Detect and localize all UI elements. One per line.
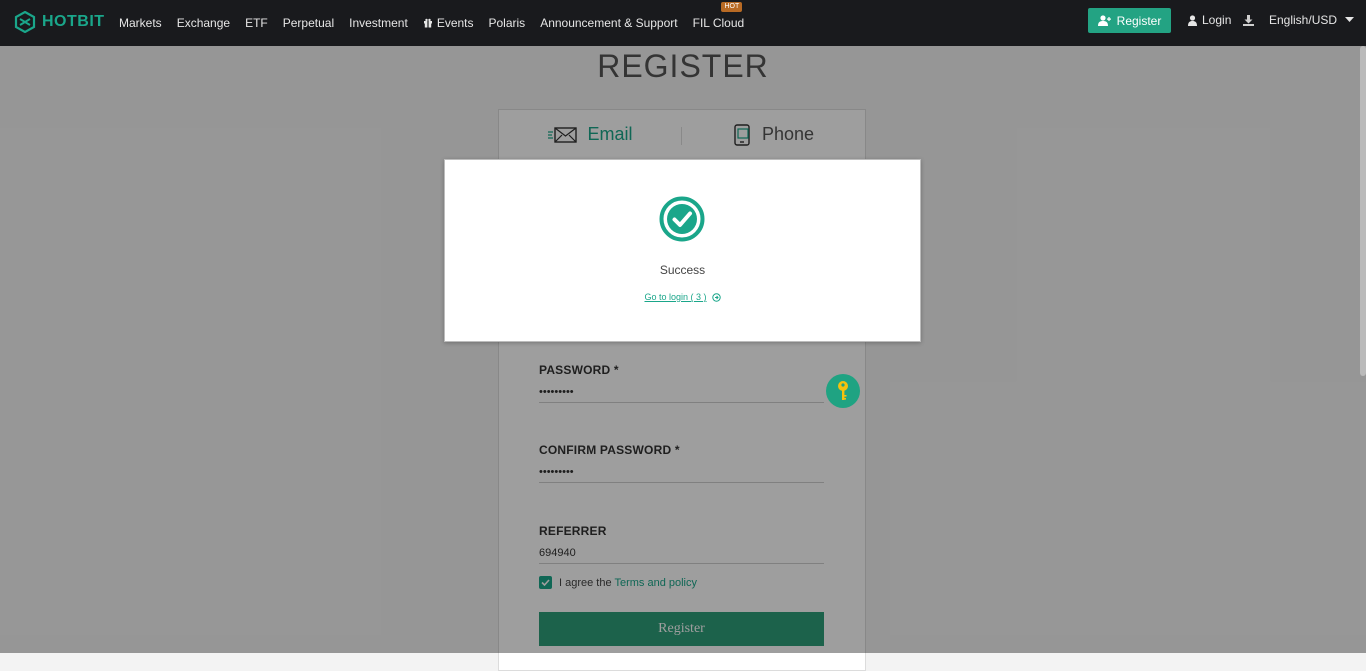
- top-navigation: HOTBIT Markets Exchange ETF Perpetual In…: [0, 0, 1366, 46]
- caret-down-icon: [1345, 17, 1355, 22]
- nav-register-button[interactable]: Register: [1088, 8, 1171, 33]
- hotbit-logo[interactable]: HOTBIT: [14, 11, 105, 33]
- hot-badge: HOT: [721, 2, 743, 12]
- nav-item-etf[interactable]: ETF: [245, 16, 268, 30]
- success-dialog: Success Go to login ( 3 ): [444, 159, 921, 342]
- brand-name: HOTBIT: [42, 13, 105, 30]
- nav-item-markets[interactable]: Markets: [119, 16, 162, 30]
- nav-login-label: Login: [1202, 13, 1232, 27]
- goto-login-link[interactable]: Go to login ( 3 ): [644, 292, 706, 302]
- success-check-icon: [659, 196, 705, 242]
- nav-item-polaris[interactable]: Polaris: [489, 16, 526, 30]
- success-message: Success: [659, 263, 706, 277]
- add-user-icon: [1097, 15, 1111, 26]
- nav-item-fil-cloud[interactable]: FIL Cloud HOT: [692, 2, 745, 30]
- modal-backdrop[interactable]: [0, 46, 1366, 653]
- nav-item-events[interactable]: Events: [423, 16, 474, 30]
- nav-menu: Markets Exchange ETF Perpetual Investmen…: [119, 0, 759, 46]
- nav-item-events-label: Events: [436, 16, 474, 30]
- nav-login-link[interactable]: Login: [1188, 13, 1231, 27]
- nav-register-label: Register: [1116, 13, 1162, 28]
- arrow-circle-right-icon[interactable]: [711, 292, 721, 302]
- nav-item-fil-cloud-label: FIL Cloud: [692, 16, 745, 30]
- language-currency-selector[interactable]: English/USD: [1269, 13, 1355, 27]
- nav-item-announcement-support[interactable]: Announcement & Support: [540, 16, 677, 30]
- password-generator-button[interactable]: [826, 374, 860, 408]
- nav-item-investment[interactable]: Investment: [349, 16, 408, 30]
- user-icon: [1188, 14, 1197, 26]
- language-label: English/USD: [1269, 13, 1338, 27]
- download-app-button[interactable]: [1243, 13, 1254, 31]
- page-scrollbar[interactable]: [1360, 46, 1366, 376]
- nav-item-exchange[interactable]: Exchange: [177, 16, 230, 30]
- goto-login-row: Go to login ( 3 ): [445, 292, 920, 302]
- nav-item-perpetual[interactable]: Perpetual: [283, 16, 334, 30]
- download-icon: [1243, 15, 1254, 26]
- key-icon: [838, 381, 848, 400]
- hotbit-logo-icon: [14, 11, 36, 33]
- gift-icon: [423, 18, 432, 28]
